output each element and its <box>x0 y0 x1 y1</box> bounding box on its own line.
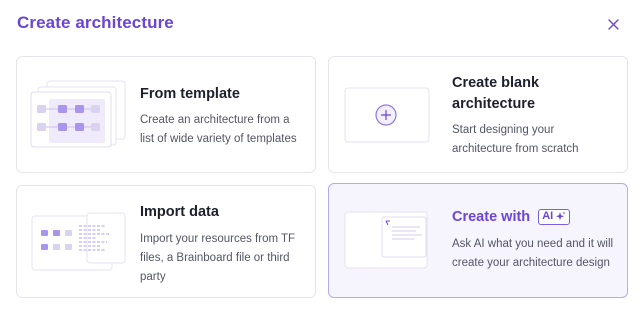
card-title-text: Create with <box>452 209 531 225</box>
close-icon <box>607 18 619 30</box>
card-title: Create with AI <box>452 207 571 228</box>
dialog-title: Create architecture <box>17 13 174 32</box>
create-with-ai-card[interactable]: Create with AI Ask AI what you need and … <box>328 183 628 298</box>
card-title-line: Create blank <box>452 75 540 91</box>
card-title-line: architecture <box>452 96 536 112</box>
sparkle-icon <box>555 211 566 222</box>
card-description-line: create your architecture design <box>452 257 610 269</box>
card-description: Start designing your architecture from s… <box>452 121 579 159</box>
card-title: Import data <box>140 204 219 220</box>
create-architecture-dialog: Create architecture From template Create… <box>0 0 640 313</box>
card-description-line: party <box>140 271 166 283</box>
close-button[interactable] <box>603 14 623 34</box>
card-description: Ask AI what you need and it will create … <box>452 235 613 273</box>
ai-illustration <box>344 211 430 269</box>
card-description: Import your resources from TF files, a B… <box>140 230 295 287</box>
plus-icon <box>375 104 397 126</box>
card-description-line: Start designing your <box>452 124 555 136</box>
import-illustration <box>31 212 127 274</box>
ai-badge: AI <box>538 208 571 225</box>
card-title: Create blank architecture <box>452 73 539 115</box>
card-description-line: files, a Brainboard file or third <box>140 252 290 264</box>
card-description-line: Ask AI what you need and it will <box>452 238 614 250</box>
from-template-card[interactable]: From template Create an architecture fro… <box>16 56 316 173</box>
create-blank-card[interactable]: Create blank architecture Start designin… <box>328 56 628 173</box>
import-data-card[interactable]: Import data Import your resources from T… <box>16 185 316 298</box>
card-description-line: Create an architecture from a <box>140 114 290 126</box>
card-title: From template <box>140 86 240 102</box>
card-description-line: Import your resources from TF <box>140 233 296 245</box>
ai-badge-label: AI <box>542 210 554 222</box>
card-description: Create an architecture from a list of wi… <box>140 111 297 149</box>
template-illustration <box>29 79 127 149</box>
card-description-line: architecture from scratch <box>452 143 579 155</box>
card-description-line: list of wide variety of templates <box>140 133 297 145</box>
